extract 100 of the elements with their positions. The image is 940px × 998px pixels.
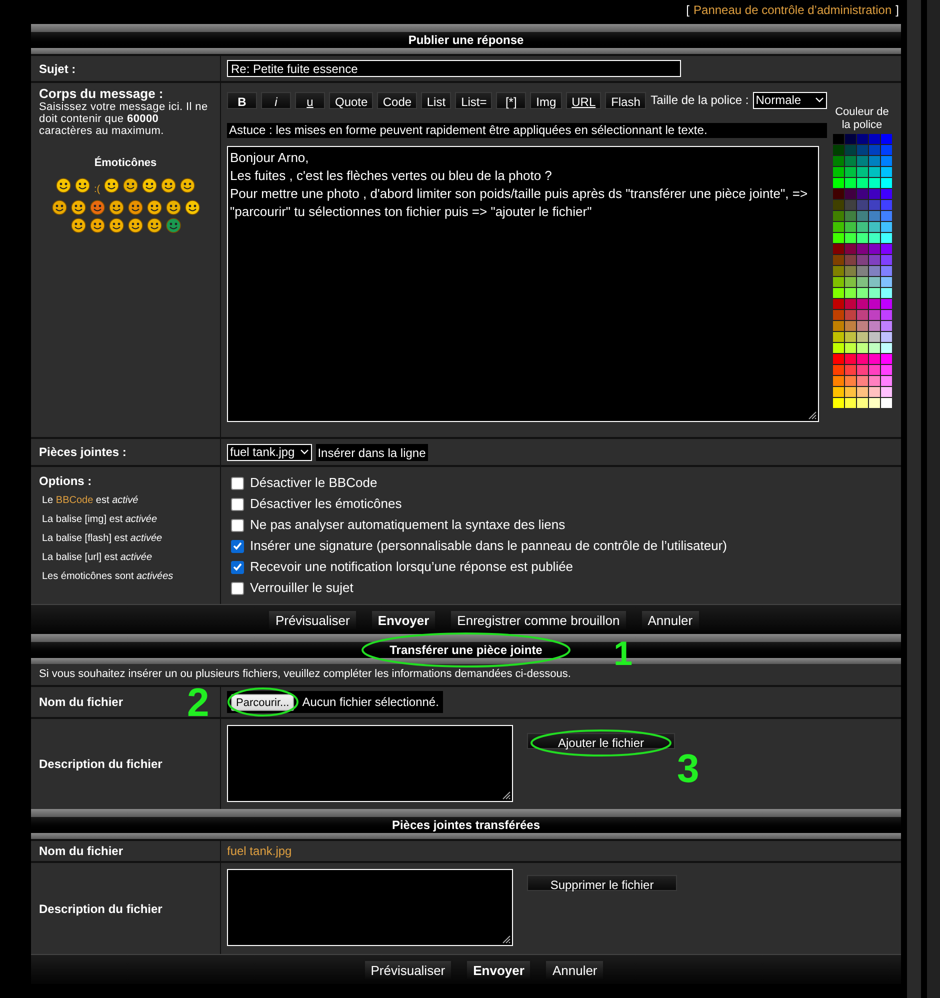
- smiley-icon[interactable]: [90, 218, 104, 232]
- color-swatch[interactable]: [856, 299, 868, 309]
- format-button[interactable]: List: [420, 92, 452, 108]
- insert-inline-button[interactable]: Insérer dans la ligne: [316, 444, 428, 460]
- smiley-icon[interactable]: [104, 178, 120, 192]
- smiley-icon[interactable]: [180, 178, 196, 192]
- color-swatch[interactable]: [856, 277, 868, 287]
- color-swatch[interactable]: [880, 365, 892, 375]
- color-swatch[interactable]: [880, 343, 892, 353]
- color-swatch[interactable]: [844, 299, 856, 309]
- smiley-icon[interactable]: [74, 178, 90, 192]
- checkbox[interactable]: [231, 582, 244, 594]
- color-swatch[interactable]: [880, 167, 892, 177]
- format-button[interactable]: u: [295, 92, 325, 108]
- description-field[interactable]: [227, 725, 513, 802]
- format-button[interactable]: Code: [376, 92, 417, 108]
- color-swatch[interactable]: [856, 156, 868, 166]
- color-swatch[interactable]: [844, 200, 856, 210]
- format-button[interactable]: i: [261, 92, 291, 108]
- color-swatch[interactable]: [856, 321, 868, 331]
- color-swatch[interactable]: [868, 376, 880, 386]
- format-button[interactable]: List=: [455, 92, 492, 108]
- color-swatch[interactable]: [844, 167, 856, 177]
- color-swatch[interactable]: [844, 189, 856, 199]
- submit-button[interactable]: Envoyer: [372, 610, 436, 628]
- color-swatch[interactable]: [832, 189, 844, 199]
- color-swatch[interactable]: [880, 376, 892, 386]
- color-swatch[interactable]: [832, 244, 844, 254]
- color-swatch[interactable]: [844, 134, 856, 144]
- color-swatch[interactable]: [868, 244, 880, 254]
- smiley-icon[interactable]: [146, 200, 162, 214]
- color-swatch[interactable]: [832, 365, 844, 375]
- color-swatch[interactable]: [856, 332, 868, 342]
- color-swatch[interactable]: [844, 266, 856, 276]
- color-swatch[interactable]: [868, 189, 880, 199]
- smiley-icon[interactable]: [70, 218, 86, 232]
- color-swatch[interactable]: [856, 167, 868, 177]
- color-swatch[interactable]: [856, 255, 868, 265]
- color-swatch[interactable]: [880, 244, 892, 254]
- color-swatch[interactable]: [868, 354, 880, 364]
- color-swatch[interactable]: [856, 354, 868, 364]
- form-button[interactable]: Enregistrer comme brouillon: [451, 610, 626, 628]
- color-swatch[interactable]: [868, 310, 880, 320]
- smiley-icon[interactable]: [161, 178, 176, 192]
- color-swatch[interactable]: [868, 266, 880, 276]
- color-swatch[interactable]: [832, 233, 844, 243]
- color-swatch[interactable]: [868, 200, 880, 210]
- smiley-icon[interactable]: [90, 200, 104, 214]
- format-button[interactable]: B: [227, 92, 257, 108]
- color-swatch[interactable]: [856, 398, 868, 408]
- color-swatch[interactable]: [868, 365, 880, 375]
- form-button[interactable]: Annuler: [642, 610, 699, 628]
- color-swatch[interactable]: [880, 310, 892, 320]
- color-swatch[interactable]: [856, 233, 868, 243]
- color-swatch[interactable]: [844, 255, 856, 265]
- color-swatch[interactable]: [832, 321, 844, 331]
- color-swatch[interactable]: [880, 233, 892, 243]
- color-swatch[interactable]: [832, 211, 844, 221]
- color-swatch[interactable]: [856, 343, 868, 353]
- color-swatch[interactable]: [880, 156, 892, 166]
- color-swatch[interactable]: [832, 398, 844, 408]
- color-swatch[interactable]: [844, 233, 856, 243]
- color-swatch[interactable]: [856, 200, 868, 210]
- form-button[interactable]: Prévisualiser: [364, 960, 452, 978]
- color-swatch[interactable]: [832, 332, 844, 342]
- smiley-icon[interactable]: [142, 178, 158, 192]
- color-swatch[interactable]: [880, 200, 892, 210]
- color-swatch[interactable]: [844, 310, 856, 320]
- color-swatch[interactable]: [880, 222, 892, 232]
- color-swatch[interactable]: [832, 288, 844, 298]
- format-button[interactable]: [*]: [496, 92, 526, 108]
- color-swatch[interactable]: [880, 299, 892, 309]
- smiley-icon[interactable]: [70, 200, 86, 214]
- color-swatch[interactable]: [868, 387, 880, 397]
- color-swatch[interactable]: [844, 277, 856, 287]
- color-swatch[interactable]: [856, 376, 868, 386]
- smiley-icon[interactable]: [56, 178, 71, 192]
- color-swatch[interactable]: [832, 178, 844, 188]
- subject-field[interactable]: Re: Petite fuite essence: [227, 60, 681, 77]
- checkbox[interactable]: [231, 540, 244, 552]
- color-swatch[interactable]: [856, 211, 868, 221]
- color-swatch[interactable]: [832, 134, 844, 144]
- smiley-icon[interactable]: [123, 178, 138, 192]
- color-swatch[interactable]: [880, 255, 892, 265]
- color-swatch[interactable]: [832, 222, 844, 232]
- format-button[interactable]: Img: [530, 92, 562, 108]
- submit-button[interactable]: Envoyer: [467, 960, 530, 978]
- checkbox[interactable]: [231, 560, 244, 574]
- color-swatch[interactable]: [868, 288, 880, 298]
- color-swatch[interactable]: [856, 387, 868, 397]
- color-swatch[interactable]: [832, 266, 844, 276]
- color-swatch[interactable]: [856, 222, 868, 232]
- format-button[interactable]: URL: [566, 92, 602, 108]
- color-swatch[interactable]: [844, 288, 856, 298]
- color-swatch[interactable]: [868, 222, 880, 232]
- color-swatch[interactable]: [844, 376, 856, 386]
- color-swatch[interactable]: [832, 376, 844, 386]
- browse-button[interactable]: Parcourir...: [231, 694, 294, 710]
- color-swatch[interactable]: [880, 178, 892, 188]
- color-swatch[interactable]: [832, 156, 844, 166]
